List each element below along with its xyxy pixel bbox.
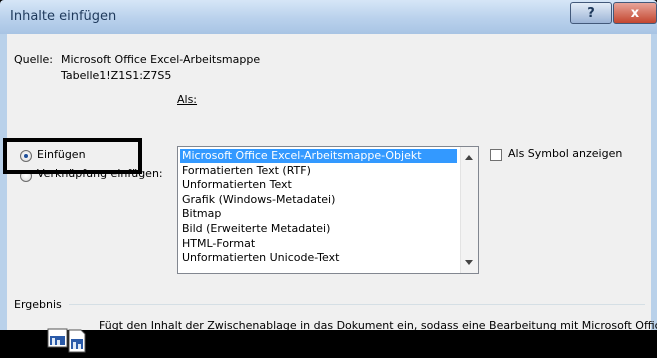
annotation-highlight-box: [3, 138, 142, 174]
as-format-item[interactable]: Bitmap: [180, 207, 457, 221]
title-bar[interactable]: Inhalte einfügen ? x: [0, 0, 657, 34]
as-format-item[interactable]: Unformatierten Text: [180, 178, 457, 192]
source-value: Microsoft Office Excel-Arbeitsmappe: [61, 53, 261, 66]
as-format-item[interactable]: Formatierten Text (RTF): [180, 164, 457, 178]
help-button[interactable]: ?: [570, 2, 612, 24]
as-format-item[interactable]: Bild (Erweiterte Metadatei): [180, 222, 457, 236]
as-format-item[interactable]: Grafik (Windows-Metadatei): [180, 193, 457, 207]
result-group-divider: [69, 304, 645, 305]
close-button[interactable]: x: [613, 2, 657, 24]
as-format-listbox[interactable]: Microsoft Office Excel-Arbeitsmappe-Obje…: [177, 146, 479, 274]
result-description-line1: Fügt den Inhalt der Zwischenablage in da…: [99, 319, 657, 332]
window-title: Inhalte einfügen: [10, 9, 117, 24]
as-label-text: Als:: [177, 93, 198, 106]
display-as-icon-label[interactable]: Als Symbol anzeigen: [508, 147, 622, 160]
as-format-item[interactable]: HTML-Format: [180, 237, 457, 251]
display-as-icon-checkbox[interactable]: [490, 149, 502, 161]
paste-special-dialog: Inhalte einfügen ? x Quelle: Microsoft O…: [0, 0, 657, 353]
listbox-scrollbar[interactable]: [460, 147, 478, 273]
window-frame: Quelle: Microsoft Office Excel-Arbeitsma…: [0, 34, 657, 353]
paste-result-icon: [47, 328, 86, 353]
as-label: Als:: [177, 93, 197, 106]
result-group-label: Ergebnis: [14, 298, 62, 311]
scroll-down-icon[interactable]: [465, 260, 473, 265]
source-range: Tabelle1!Z1S1:Z7S5: [61, 69, 172, 82]
source-label: Quelle:: [14, 53, 53, 66]
as-format-item[interactable]: Microsoft Office Excel-Arbeitsmappe-Obje…: [180, 149, 457, 163]
scroll-up-icon[interactable]: [465, 155, 473, 160]
as-format-item[interactable]: Unformatierten Unicode-Text: [180, 251, 457, 265]
result-description-line2: Excel-Arbeitsmappe möglich ist.: [99, 334, 277, 347]
dialog-body: Quelle: Microsoft Office Excel-Arbeitsma…: [3, 34, 657, 353]
